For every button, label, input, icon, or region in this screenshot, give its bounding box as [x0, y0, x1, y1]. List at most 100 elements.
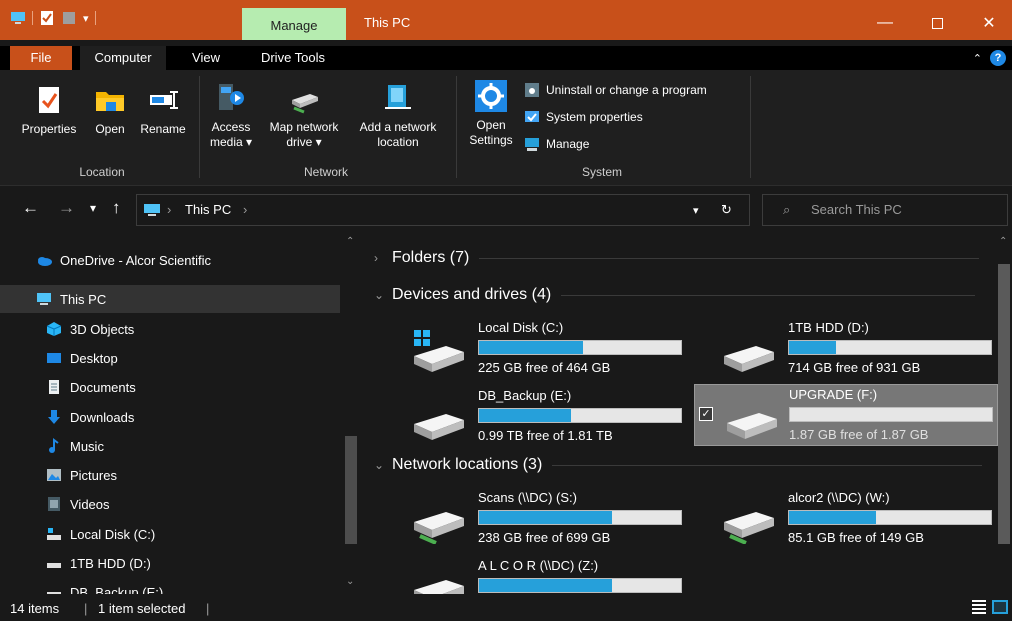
properties-button[interactable]: Properties	[16, 84, 82, 137]
network-drive-tile-s[interactable]: Scans (\\DC) (S:) 238 GB free of 699 GB	[366, 488, 682, 550]
open-button[interactable]: Open	[90, 84, 130, 137]
customize-toolbar-icon[interactable]: ▾	[83, 12, 89, 25]
drive-tile-c[interactable]: Local Disk (C:) 225 GB free of 464 GB	[366, 318, 682, 380]
sidebar-item-this-pc[interactable]: This PC	[0, 285, 340, 313]
nav-scrollbar-thumb[interactable]	[345, 436, 357, 544]
uninstall-program-button[interactable]: Uninstall or change a program	[524, 82, 707, 98]
drive-usage-fill	[479, 579, 613, 592]
large-icons-view-icon[interactable]	[992, 600, 1008, 614]
access-media-button[interactable]: Access media ▾	[204, 82, 258, 150]
open-label: Open	[95, 122, 125, 136]
tab-view[interactable]: View	[178, 46, 234, 70]
add-network-location-button[interactable]: Add a network location	[350, 82, 446, 150]
drive-usage-bar	[478, 578, 682, 593]
scroll-up-icon[interactable]: ⌃	[999, 236, 1007, 247]
sidebar-item-downloads[interactable]: Downloads	[0, 403, 340, 431]
drive-tile-d[interactable]: 1TB HDD (D:) 714 GB free of 931 GB	[676, 318, 992, 380]
new-folder-icon[interactable]	[61, 10, 77, 26]
sidebar-item-local-disk-c[interactable]: Local Disk (C:)	[0, 520, 340, 548]
open-settings-button[interactable]: Open Settings	[462, 80, 520, 148]
drive-usage-fill	[479, 409, 571, 422]
content-scrollbar-thumb[interactable]	[998, 264, 1010, 544]
drive-name: alcor2 (\\DC) (W:)	[788, 490, 890, 505]
tab-computer[interactable]: Computer	[80, 46, 166, 70]
drive-tile-f[interactable]: ✓ UPGRADE (F:) 1.87 GB free of 1.87 GB	[694, 384, 998, 446]
up-icon[interactable]: ↑	[112, 198, 121, 218]
content-pane: › Folders (7) ⌄ Devices and drives (4) L…	[366, 232, 1012, 594]
collapse-chevron-icon: ⌄	[374, 288, 385, 302]
sidebar-item-videos[interactable]: Videos	[0, 490, 340, 518]
back-icon[interactable]: ←	[22, 198, 39, 218]
network-drive-tile-w[interactable]: alcor2 (\\DC) (W:) 85.1 GB free of 149 G…	[676, 488, 992, 550]
group-header-network[interactable]: ⌄ Network locations (3)	[374, 456, 983, 474]
nav-scrollbar[interactable]: ⌃ ⌄	[342, 232, 359, 594]
3d-objects-icon	[46, 322, 62, 336]
network-drive-tile-z[interactable]: A L C O R (\\DC) (Z:)	[366, 556, 682, 594]
sidebar-item-desktop[interactable]: Desktop	[0, 344, 340, 372]
rename-button[interactable]: Rename	[134, 84, 192, 137]
add-network-location-label-2: location	[377, 135, 419, 149]
properties-icon[interactable]	[39, 10, 55, 26]
group-header-folders[interactable]: › Folders (7)	[374, 249, 980, 267]
navigation-pane: OneDrive - Alcor Scientific This PC 3D O…	[0, 232, 362, 594]
group-divider	[456, 76, 457, 178]
refresh-icon[interactable]: ↻	[721, 202, 732, 218]
breadcrumb[interactable]: This PC	[185, 202, 231, 217]
this-pc-icon[interactable]	[10, 10, 26, 26]
this-pc-icon	[37, 293, 51, 305]
recent-locations-icon[interactable]: ▾	[90, 201, 96, 215]
breadcrumb-chevron-icon[interactable]: ›	[167, 202, 171, 217]
sidebar-item-3d-objects[interactable]: 3D Objects	[0, 315, 340, 343]
manage-label: Manage	[546, 137, 590, 151]
scroll-down-icon[interactable]: ⌄	[346, 576, 354, 587]
map-network-drive-button[interactable]: Map network drive ▾	[260, 82, 348, 150]
collapse-ribbon-icon[interactable]: ⌃	[973, 52, 982, 65]
drive-usage-fill	[479, 341, 584, 354]
drive-usage-fill	[479, 511, 613, 524]
access-media-icon	[219, 84, 244, 110]
selection-checkbox[interactable]: ✓	[699, 407, 713, 421]
breadcrumb-chevron-icon[interactable]: ›	[243, 202, 247, 217]
add-network-location-label-1: Add a network	[359, 120, 437, 134]
group-header-devices[interactable]: ⌄ Devices and drives (4)	[374, 286, 976, 304]
system-properties-button[interactable]: System properties	[524, 109, 643, 125]
content-scrollbar[interactable]: ⌃	[995, 232, 1012, 594]
map-network-drive-label-2: drive ▾	[286, 135, 322, 149]
drive-free-space: 1.87 GB free of 1.87 GB	[789, 427, 929, 442]
sidebar-item-pictures[interactable]: Pictures	[0, 461, 340, 489]
desktop-icon	[47, 353, 61, 363]
forward-icon[interactable]: →	[58, 198, 75, 218]
minimize-icon: —	[877, 14, 893, 31]
drive-name: Scans (\\DC) (S:)	[478, 490, 577, 505]
drive-usage-bar	[478, 510, 682, 525]
search-input[interactable]: ⌕ Search This PC	[762, 194, 1008, 226]
close-button[interactable]: ✕	[966, 8, 1012, 38]
drive-usage-bar	[788, 340, 992, 355]
map-network-drive-label-1: Map network	[269, 120, 339, 134]
help-icon[interactable]: ?	[990, 50, 1006, 66]
sidebar-item-db-backup-e[interactable]: DB_Backup (E:)	[0, 578, 340, 594]
tab-drive-tools[interactable]: Drive Tools	[246, 46, 340, 70]
address-dropdown-icon[interactable]: ▾	[693, 204, 699, 217]
tab-manage[interactable]: Manage	[242, 8, 346, 40]
tab-file[interactable]: File	[10, 46, 72, 70]
address-input[interactable]: › This PC › ▾ ↻	[136, 194, 750, 226]
network-drive-icon	[724, 512, 774, 544]
details-view-icon[interactable]	[972, 600, 986, 614]
drive-usage-bar	[788, 510, 992, 525]
drive-tile-e[interactable]: DB_Backup (E:) 0.99 TB free of 1.81 TB	[366, 386, 682, 448]
minimize-button[interactable]: —	[862, 8, 908, 38]
maximize-button[interactable]	[914, 8, 960, 38]
pictures-icon	[47, 469, 61, 481]
drive-usage-fill	[789, 341, 837, 354]
sidebar-item-documents[interactable]: Documents	[0, 373, 340, 401]
sidebar-item-onedrive[interactable]: OneDrive - Alcor Scientific	[0, 246, 340, 274]
drive-usage-bar	[478, 408, 682, 423]
group-label-system: System	[581, 165, 622, 179]
manage-button[interactable]: Manage	[524, 136, 589, 152]
sidebar-item-hdd-d[interactable]: 1TB HDD (D:)	[0, 549, 340, 577]
sidebar-item-music[interactable]: Music	[0, 432, 340, 460]
sidebar-item-label: Videos	[70, 496, 110, 512]
drive-name: A L C O R (\\DC) (Z:)	[478, 558, 599, 573]
scroll-up-icon[interactable]: ⌃	[346, 236, 354, 247]
